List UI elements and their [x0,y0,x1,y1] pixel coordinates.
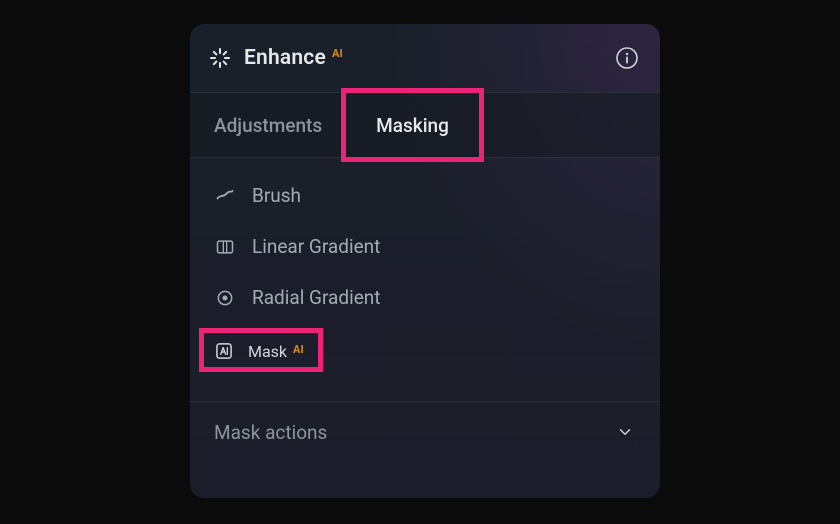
tab-adjustments-label: Adjustments [214,114,322,137]
tab-masking-label: Masking [376,114,449,137]
mask-ai-icon [214,341,234,361]
linear-gradient-icon [214,236,236,258]
enhance-sparkle-icon [208,46,232,70]
brush-icon [214,185,236,207]
info-icon [615,46,639,70]
tool-linear-gradient-label: Linear Gradient [252,235,380,258]
panel-title: Enhance AI [244,46,343,70]
tool-radial-gradient-label: Radial Gradient [252,286,381,309]
ai-badge: AI [332,48,343,59]
tool-brush-label: Brush [252,184,301,207]
ai-badge-mask: AI [293,344,304,355]
info-button[interactable] [614,45,640,71]
tab-masking[interactable]: Masking [346,93,479,157]
tab-adjustments[interactable]: Adjustments [190,93,346,157]
masking-tools-list: Brush Linear Gradient Radial Gradient [190,158,660,391]
panel-title-text: Enhance [244,46,326,70]
chevron-down-icon [614,421,636,443]
tool-mask-ai-wrapper: Mask AI [204,333,646,367]
tool-mask-ai[interactable]: Mask AI [204,333,318,367]
enhance-panel: Enhance AI Adjustments Masking [190,24,660,498]
mask-actions-row[interactable]: Mask actions [190,402,660,462]
mask-actions-label: Mask actions [214,421,327,444]
tool-brush[interactable]: Brush [204,178,646,213]
radial-gradient-icon [214,287,236,309]
panel-header: Enhance AI [190,24,660,92]
tool-mask-ai-label: Mask [248,342,287,361]
tool-linear-gradient[interactable]: Linear Gradient [204,229,646,264]
tool-radial-gradient[interactable]: Radial Gradient [204,280,646,315]
tabs-row: Adjustments Masking [190,92,660,158]
